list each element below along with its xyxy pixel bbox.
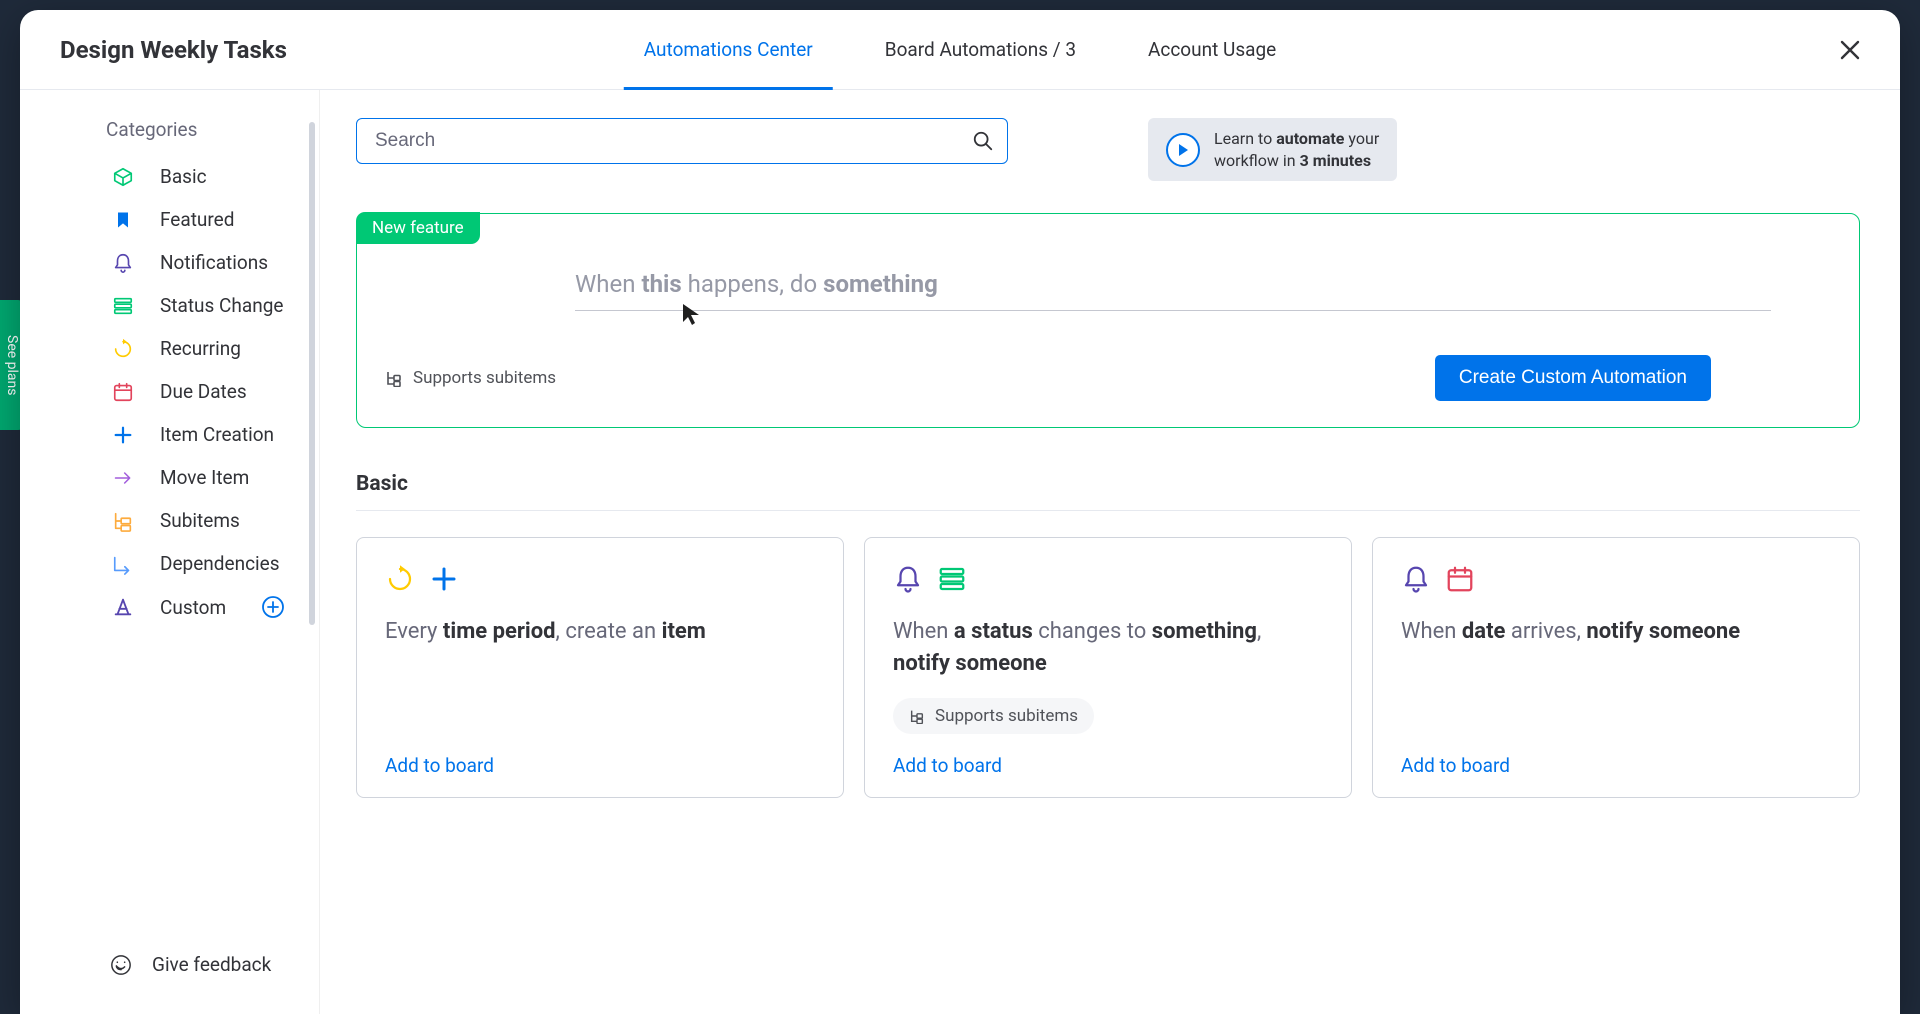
card-icons — [1401, 564, 1831, 594]
modal-body: Categories BasicFeaturedNotificationsSta… — [20, 90, 1900, 1014]
recur-icon — [112, 338, 134, 360]
sidebar: Categories BasicFeaturedNotifications Sta… — [20, 90, 320, 1014]
bookmark-icon — [112, 209, 134, 231]
card-description: When date arrives, notify someone — [1401, 616, 1831, 648]
box-icon — [112, 166, 134, 188]
supports-subitems-label: Supports subitems — [385, 368, 556, 388]
new-feature-badge: New feature — [356, 212, 480, 244]
close-button[interactable] — [1836, 36, 1864, 64]
bell-icon — [1401, 564, 1431, 594]
custom-automation-card: New feature When this happens, do someth… — [356, 213, 1860, 428]
tab-automations-center[interactable]: Automations Center — [636, 10, 821, 89]
sidebar-item-basic[interactable]: Basic — [20, 155, 319, 198]
status-icon — [937, 564, 967, 594]
create-custom-automation-button[interactable]: Create Custom Automation — [1435, 355, 1711, 401]
main-content: Learn to automate your workflow in 3 min… — [320, 90, 1900, 1014]
sidebar-item-featured[interactable]: Featured — [20, 198, 319, 241]
sidebar-item-recurring[interactable]: Recurring — [20, 327, 319, 370]
add-to-board-button[interactable]: Add to board — [1401, 734, 1831, 777]
calendar-icon — [1445, 564, 1475, 594]
sidebar-item-dependencies[interactable]: Dependencies — [20, 542, 319, 585]
subitems-icon — [909, 708, 925, 724]
sidebar-item-custom[interactable]: Custom — [20, 585, 319, 629]
cursor-icon — [681, 302, 703, 326]
search-wrap — [356, 118, 1008, 164]
automation-sentence[interactable]: When this happens, do something — [385, 270, 1831, 298]
dep-icon — [112, 553, 134, 575]
tab-board-automations[interactable]: Board Automations / 3 — [877, 10, 1084, 89]
subitems-icon — [385, 369, 403, 387]
feedback-label: Give feedback — [152, 953, 271, 976]
section-title-basic: Basic — [356, 472, 1860, 511]
card-icons — [893, 564, 1323, 594]
sidebar-item-status-change[interactable]: Status Change — [20, 284, 319, 327]
automation-card: When date arrives, notify someone Add to … — [1372, 537, 1860, 798]
arrow-icon — [112, 467, 134, 489]
sidebar-item-subitems[interactable]: Subitems — [20, 499, 319, 542]
tab-account-usage[interactable]: Account Usage — [1140, 10, 1284, 89]
bell-icon — [112, 252, 134, 274]
status-icon — [112, 295, 134, 317]
search-input[interactable] — [356, 118, 1008, 164]
page-title: Design Weekly Tasks — [60, 36, 287, 64]
give-feedback-button[interactable]: Give feedback — [20, 935, 319, 994]
sidebar-item-move-item[interactable]: Move Item — [20, 456, 319, 499]
sidebar-item-label: Status Change — [110, 294, 283, 317]
sidebar-item-item-creation[interactable]: Item Creation — [20, 413, 319, 456]
learn-text: Learn to automate your workflow in 3 min… — [1214, 128, 1379, 171]
feedback-icon — [110, 954, 132, 976]
sidebar-item-label: Item Creation — [110, 423, 274, 446]
close-icon — [1839, 39, 1861, 61]
bell-icon — [893, 564, 923, 594]
sidebar-item-due-dates[interactable]: Due Dates — [20, 370, 319, 413]
supports-subitems-chip: Supports subitems — [893, 698, 1094, 734]
categories-heading: Categories — [20, 118, 319, 155]
play-icon — [1166, 133, 1200, 167]
search-icon — [972, 130, 994, 152]
plus-icon — [429, 564, 459, 594]
calendar-icon — [112, 381, 134, 403]
sidebar-item-notifications[interactable]: Notifications — [20, 241, 319, 284]
add-to-board-button[interactable]: Add to board — [893, 734, 1323, 777]
custom-icon — [112, 596, 134, 618]
header-tabs: Automations Center Board Automations / 3… — [636, 10, 1284, 89]
subitems-icon — [112, 510, 134, 532]
card-icons — [385, 564, 815, 594]
plus-icon — [112, 424, 134, 446]
card-description: Every time period, create an item — [385, 616, 815, 648]
modal-header: Design Weekly Tasks Automations Center B… — [20, 10, 1900, 90]
automations-modal: Design Weekly Tasks Automations Center B… — [20, 10, 1900, 1014]
automation-card: Every time period, create an item Add to … — [356, 537, 844, 798]
learn-automate-banner[interactable]: Learn to automate your workflow in 3 min… — [1148, 118, 1397, 181]
sidebar-item-label: Dependencies — [110, 552, 280, 575]
recur-icon — [385, 564, 415, 594]
add-custom-icon[interactable] — [261, 595, 285, 619]
card-description: When a status changes to something, noti… — [893, 616, 1323, 680]
automation-cards-row: Every time period, create an item Add to … — [356, 537, 1860, 798]
add-to-board-button[interactable]: Add to board — [385, 734, 815, 777]
automation-card: When a status changes to something, noti… — [864, 537, 1352, 798]
